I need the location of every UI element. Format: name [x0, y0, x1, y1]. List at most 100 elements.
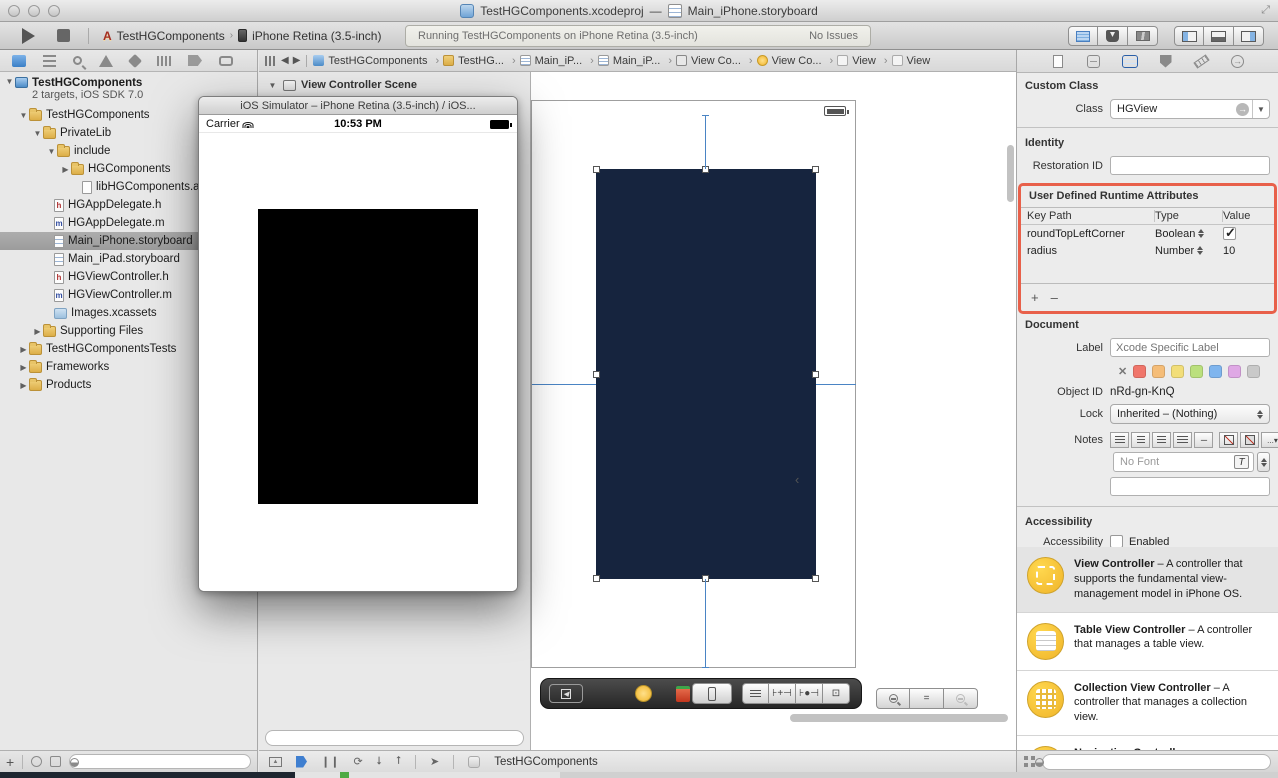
zoom-reset-button[interactable]: = [910, 688, 944, 709]
log-navigator-icon[interactable] [219, 55, 233, 66]
simulator-titlebar[interactable]: iOS Simulator – iPhone Retina (3.5-inch)… [199, 97, 517, 115]
resize-handle-bottom-left[interactable] [593, 575, 600, 582]
pin-button[interactable]: ⊦+⊣ [769, 683, 796, 704]
simulator-screen[interactable] [199, 133, 517, 591]
type-cell[interactable]: Number [1155, 245, 1194, 257]
library-search-input[interactable] [1042, 753, 1271, 770]
breadcrumb-view-controller[interactable]: View Co... [756, 55, 834, 67]
runtime-attribute-row[interactable]: radius Number 10 [1021, 242, 1274, 259]
selected-hgview[interactable] [596, 169, 816, 579]
storyboard-canvas[interactable]: ‹ ◀ ⊦+⊣ ⊦●⊣ ⊡ = [531, 72, 1016, 750]
horizontal-scrollbar[interactable] [790, 714, 1008, 722]
library-item-table-view-controller[interactable]: Table View Controller – A controller tha… [1017, 612, 1278, 671]
resize-handle-bottom-right[interactable] [812, 575, 819, 582]
project-navigator-icon[interactable] [12, 54, 26, 67]
view-controller-chip-icon[interactable] [635, 685, 652, 702]
form-factor-toggle-button[interactable] [692, 683, 732, 704]
jump-to-class-icon[interactable] [1236, 102, 1249, 116]
navigator-filter-input[interactable] [69, 754, 251, 769]
font-picker-icon[interactable]: T [1234, 455, 1249, 469]
breadcrumb-file[interactable]: Main_iP... [519, 55, 594, 67]
disclosure-triangle[interactable] [4, 77, 15, 86]
remove-attribute-button[interactable]: – [1051, 290, 1058, 305]
disclosure-triangle[interactable] [60, 165, 71, 174]
stop-button[interactable] [57, 29, 70, 42]
resize-handle-top-left[interactable] [593, 166, 600, 173]
no-fill-button[interactable] [1219, 432, 1238, 448]
library-item-navigation-controller[interactable]: Navigation Controller [1017, 736, 1278, 750]
font-field[interactable]: No Font T [1113, 452, 1254, 472]
step-out-icon[interactable]: ⭡ [396, 755, 401, 768]
type-stepper[interactable] [1197, 246, 1203, 255]
breadcrumb-view[interactable]: View [837, 55, 887, 67]
back-button[interactable]: ◀ [281, 55, 289, 66]
library-item-collection-view-controller[interactable]: Collection View Controller – A controlle… [1017, 670, 1278, 737]
key-path-cell[interactable]: radius [1027, 245, 1155, 257]
standard-editor-button[interactable] [1068, 26, 1098, 46]
boolean-value-checkbox[interactable] [1223, 225, 1236, 241]
add-attribute-button[interactable]: + [1031, 290, 1039, 305]
pause-icon[interactable]: ❙❙ [321, 755, 339, 768]
align-right-button[interactable] [1152, 432, 1171, 448]
symbol-navigator-icon[interactable] [43, 54, 56, 67]
resizing-behavior-button[interactable]: ⊡ [823, 683, 850, 704]
constraint-trailing[interactable] [816, 384, 856, 385]
quick-help-inspector-tab[interactable] [1083, 52, 1105, 70]
zoom-window-button[interactable] [48, 5, 60, 17]
class-dropdown-icon[interactable] [1252, 100, 1269, 118]
scheme-selector[interactable]: A TestHGComponents › iPhone Retina (3.5-… [103, 29, 381, 43]
debug-navigator-icon[interactable] [157, 55, 171, 66]
breakpoints-toggle-icon[interactable] [296, 755, 307, 768]
toggle-navigator-button[interactable] [1174, 26, 1204, 46]
purple-swatch[interactable] [1228, 365, 1242, 378]
notes-text-input[interactable] [1110, 477, 1270, 496]
class-combo-box[interactable]: HGView [1110, 99, 1270, 119]
key-path-cell[interactable]: roundTopLeftCorner [1027, 228, 1155, 240]
minimize-window-button[interactable] [28, 5, 40, 17]
ios-simulator-window[interactable]: iOS Simulator – iPhone Retina (3.5-inch)… [198, 96, 518, 592]
resize-handle-mid-right[interactable] [812, 371, 819, 378]
blue-swatch[interactable] [1209, 365, 1223, 378]
align-center-button[interactable] [1131, 432, 1150, 448]
assistant-editor-button[interactable] [1098, 26, 1128, 46]
issue-navigator-icon[interactable] [99, 54, 113, 67]
red-swatch[interactable] [1133, 365, 1147, 378]
toggle-debug-area-button[interactable] [1204, 26, 1234, 46]
file-inspector-tab[interactable] [1047, 52, 1069, 70]
simulate-location-icon[interactable]: ➤ [430, 755, 439, 768]
toggle-utilities-button[interactable] [1234, 26, 1264, 46]
type-cell[interactable]: Boolean [1155, 228, 1195, 240]
constraint-top[interactable] [705, 115, 706, 169]
disclosure-triangle[interactable] [32, 129, 43, 138]
constraint-bottom[interactable] [705, 579, 706, 668]
scm-status-icon[interactable] [50, 756, 62, 767]
type-stepper[interactable] [1198, 229, 1204, 238]
resize-handle-mid-left[interactable] [593, 371, 600, 378]
number-value-cell[interactable]: 10 [1223, 245, 1274, 257]
align-button[interactable] [742, 683, 769, 704]
disclosure-triangle[interactable] [46, 147, 57, 156]
lock-popup[interactable]: Inherited – (Nothing) [1110, 404, 1270, 424]
outline-filter-input[interactable] [265, 730, 524, 746]
size-inspector-tab[interactable] [1191, 52, 1213, 70]
breadcrumb-scene[interactable]: View Co... [675, 55, 753, 67]
disclosure-triangle[interactable] [18, 381, 29, 390]
version-editor-button[interactable] [1128, 26, 1158, 46]
identity-inspector-tab[interactable] [1119, 52, 1141, 70]
scene-header[interactable]: View Controller Scene [259, 72, 530, 91]
breakpoint-navigator-icon[interactable] [188, 55, 202, 66]
step-over-icon[interactable]: ⟳ [353, 755, 362, 768]
fullscreen-icon[interactable]: ⤢ [1261, 4, 1270, 17]
outline-toggle-chevron[interactable]: ‹ [795, 472, 799, 487]
green-swatch[interactable] [1190, 365, 1204, 378]
constraint-leading[interactable] [532, 384, 596, 385]
library-view-mode-icon[interactable] [1024, 756, 1035, 767]
more-formats-button[interactable] [1261, 432, 1278, 448]
connections-inspector-tab[interactable]: → [1227, 52, 1249, 70]
yellow-swatch[interactable] [1171, 365, 1185, 378]
search-navigator-icon[interactable] [73, 56, 82, 65]
no-color-button[interactable]: ✕ [1118, 365, 1127, 378]
scheme-app-name[interactable]: TestHGComponents [117, 29, 225, 43]
column-key-path[interactable]: Key Path [1027, 210, 1155, 222]
add-file-button[interactable]: + [6, 754, 14, 770]
